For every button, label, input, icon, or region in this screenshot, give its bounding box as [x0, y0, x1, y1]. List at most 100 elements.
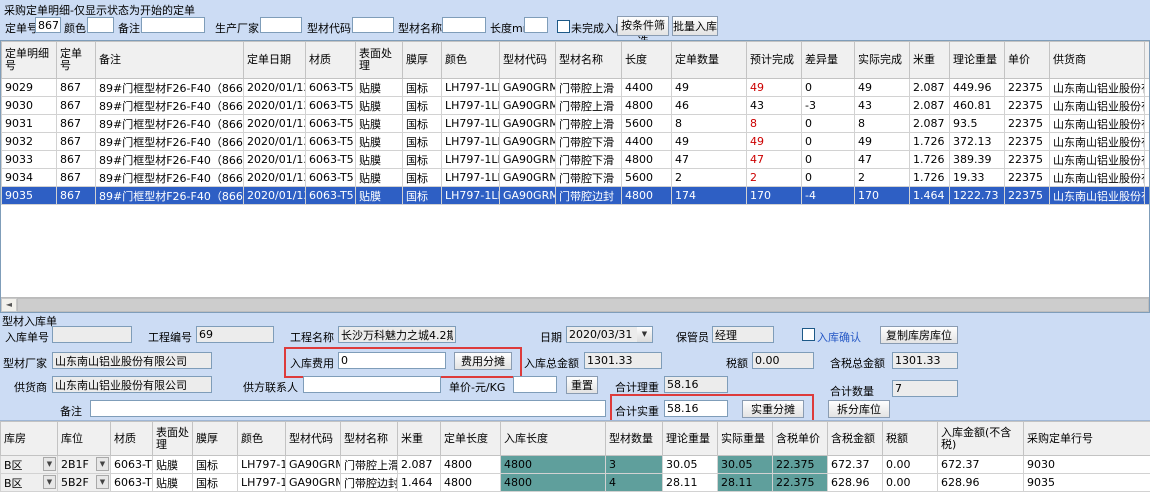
- cell: 2020/01/13: [244, 97, 306, 115]
- column-header-12[interactable]: 预计完成: [747, 42, 802, 79]
- profile-name-input[interactable]: [442, 17, 486, 33]
- column-header-1[interactable]: 定单号: [57, 42, 96, 79]
- horizontal-scrollbar[interactable]: ◄: [1, 297, 1149, 312]
- column-header-4[interactable]: 材质: [306, 42, 356, 79]
- tax-input[interactable]: [752, 352, 814, 369]
- unfinished-checkbox[interactable]: [557, 20, 570, 33]
- cell: 9031: [2, 115, 57, 133]
- dropdown-arrow-icon[interactable]: ▼: [43, 457, 56, 471]
- table-row[interactable]: 903386789#门框型材F26-F40（866+867）2020/01/13…: [2, 151, 1150, 169]
- column-header-16[interactable]: 税额: [883, 422, 938, 456]
- column-header-17[interactable]: 入库金额(不含税): [938, 422, 1024, 456]
- column-header-2[interactable]: 备注: [96, 42, 244, 79]
- calendar-dropdown-button[interactable]: ▼: [637, 326, 653, 343]
- column-header-9[interactable]: 型材名称: [556, 42, 622, 79]
- cell: 170: [747, 187, 802, 205]
- cell: 山东南山铝业股份有限公司: [1050, 169, 1145, 187]
- length-input[interactable]: [524, 17, 548, 33]
- theory-weight-input[interactable]: [664, 376, 728, 393]
- dropdown-arrow-icon[interactable]: ▼: [96, 457, 109, 471]
- column-header-0[interactable]: 定单明细号: [2, 42, 57, 79]
- column-header-2[interactable]: 材质: [111, 422, 153, 456]
- column-header-15[interactable]: 含税金额: [828, 422, 883, 456]
- column-header-10[interactable]: 入库长度: [501, 422, 606, 456]
- table-row[interactable]: 903486789#门框型材F26-F40（866+867）2020/01/13…: [2, 169, 1150, 187]
- table-row[interactable]: 902986789#门框型材F26-F40（866+867）2020/01/13…: [2, 79, 1150, 97]
- split-warehouse-button[interactable]: 拆分库位: [828, 400, 890, 418]
- column-header-11[interactable]: 定单数量: [672, 42, 747, 79]
- column-header-19[interactable]: [1145, 42, 1150, 79]
- scroll-left-button[interactable]: ◄: [1, 298, 17, 312]
- column-header-14[interactable]: 实际完成: [855, 42, 910, 79]
- cell: 47: [747, 151, 802, 169]
- column-header-13[interactable]: 差异量: [802, 42, 855, 79]
- table-row[interactable]: B区▼5B2F▼6063-T5贴膜国标LH797-1LL0GA90GRM05门带…: [1, 474, 1150, 492]
- dropdown-arrow-icon[interactable]: ▼: [96, 475, 109, 489]
- qty-input[interactable]: [892, 380, 958, 397]
- column-header-10[interactable]: 长度: [622, 42, 672, 79]
- column-header-9[interactable]: 定单长度: [441, 422, 501, 456]
- table-row[interactable]: 903086789#门框型材F26-F40（866+867）2020/01/13…: [2, 97, 1150, 115]
- column-header-12[interactable]: 理论重量: [663, 422, 718, 456]
- cell: 2.087: [398, 456, 441, 474]
- profile-factory-input[interactable]: [52, 352, 212, 369]
- project-no-input[interactable]: [196, 326, 274, 343]
- table-row[interactable]: B区▼2B1F▼6063-T5贴膜国标LH797-1LL0GA90GRM03门带…: [1, 456, 1150, 474]
- filter-by-condition-button[interactable]: 按条件筛选: [617, 16, 669, 36]
- cell: 22375: [1005, 133, 1050, 151]
- cell: 9029: [2, 79, 57, 97]
- unit-price-input[interactable]: [513, 376, 557, 393]
- column-header-0[interactable]: 库房: [1, 422, 58, 456]
- scrollbar-thumb[interactable]: [17, 298, 1149, 312]
- column-header-16[interactable]: 理论重量: [950, 42, 1005, 79]
- column-header-13[interactable]: 实际重量: [718, 422, 773, 456]
- column-header-17[interactable]: 单价: [1005, 42, 1050, 79]
- column-header-18[interactable]: 采购定单行号: [1024, 422, 1150, 456]
- weight-share-button[interactable]: 实重分摊: [742, 400, 804, 418]
- table-row[interactable]: 903586789#门框型材F26-F40（866+867）2020/01/13…: [2, 187, 1150, 205]
- profile-code-input[interactable]: [352, 17, 394, 33]
- column-header-5[interactable]: 颜色: [238, 422, 286, 456]
- tax-total-input[interactable]: [892, 352, 958, 369]
- remark-input[interactable]: [141, 17, 205, 33]
- column-header-14[interactable]: 含税单价: [773, 422, 828, 456]
- cell: 22.375: [773, 474, 828, 492]
- column-header-7[interactable]: 颜色: [442, 42, 500, 79]
- column-header-15[interactable]: 米重: [910, 42, 950, 79]
- factory-label: 生产厂家: [215, 20, 259, 36]
- dropdown-arrow-icon[interactable]: ▼: [43, 475, 56, 489]
- project-name-input[interactable]: [338, 326, 456, 343]
- inbound-no-input[interactable]: [52, 326, 132, 343]
- column-header-18[interactable]: 供货商: [1050, 42, 1145, 79]
- fee-input[interactable]: [338, 352, 446, 369]
- order-no-input[interactable]: [35, 17, 61, 33]
- column-header-8[interactable]: 型材代码: [500, 42, 556, 79]
- column-header-7[interactable]: 型材名称: [341, 422, 398, 456]
- contact-input[interactable]: [303, 376, 441, 393]
- column-header-3[interactable]: 表面处理: [153, 422, 193, 456]
- cell: 1.726: [910, 151, 950, 169]
- reset-button[interactable]: 重置: [566, 376, 598, 394]
- factory-input[interactable]: [260, 17, 302, 33]
- actual-weight-input[interactable]: [664, 400, 728, 417]
- date-input[interactable]: [566, 326, 638, 343]
- copy-warehouse-button[interactable]: 复制库房库位: [880, 326, 958, 344]
- column-header-5[interactable]: 表面处理: [356, 42, 403, 79]
- inbound-confirm-checkbox[interactable]: [802, 328, 815, 341]
- supplier-input[interactable]: [52, 376, 212, 393]
- column-header-3[interactable]: 定单日期: [244, 42, 306, 79]
- column-header-11[interactable]: 型材数量: [606, 422, 663, 456]
- column-header-6[interactable]: 型材代码: [286, 422, 341, 456]
- column-header-8[interactable]: 米重: [398, 422, 441, 456]
- column-header-4[interactable]: 膜厚: [193, 422, 238, 456]
- column-header-1[interactable]: 库位: [58, 422, 111, 456]
- table-row[interactable]: 903186789#门框型材F26-F40（866+867）2020/01/13…: [2, 115, 1150, 133]
- total-amount-input[interactable]: [584, 352, 662, 369]
- remark-form-input[interactable]: [90, 400, 606, 417]
- table-row[interactable]: 903286789#门框型材F26-F40（866+867）2020/01/13…: [2, 133, 1150, 151]
- keeper-input[interactable]: [712, 326, 774, 343]
- column-header-6[interactable]: 膜厚: [403, 42, 442, 79]
- color-input[interactable]: [87, 17, 114, 33]
- fee-share-button[interactable]: 费用分摊: [454, 352, 512, 370]
- batch-inbound-button[interactable]: 批量入库: [672, 16, 718, 36]
